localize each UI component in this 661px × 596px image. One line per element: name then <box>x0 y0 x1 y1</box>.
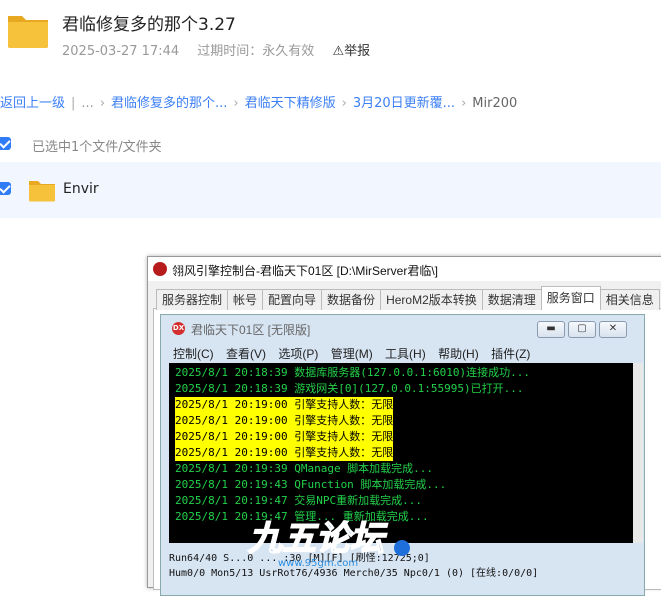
log-line: 2025/8/1 20:19:39 QManage 脚本加载完成... <box>175 462 434 475</box>
svg-text:九五论坛: 九五论坛 <box>247 519 388 559</box>
menu-help[interactable]: 帮助(H) <box>438 347 479 361</box>
log-line: 2025/8/1 20:18:39 数据库服务器(127.0.0.1:6010)… <box>175 366 531 379</box>
log-line: 2025/8/1 20:19:00 引擎支持人数：无限 <box>175 445 394 461</box>
back-link[interactable]: 返回上一级 <box>0 96 65 111</box>
chevron-right-icon: › <box>233 96 239 111</box>
file-checkbox[interactable] <box>0 182 11 195</box>
folder-icon <box>29 181 55 202</box>
log-line: 2025/8/1 20:19:00 引擎支持人数：无限 <box>175 397 394 413</box>
file-name: Envir <box>63 181 99 197</box>
menu-manage[interactable]: 管理(M) <box>331 347 373 361</box>
console-window-titlebar: 翎风引擎控制台-君临天下01区 [D:\MirServer君临\] <box>148 257 661 281</box>
menu-control[interactable]: 控制(C) <box>173 347 214 361</box>
log-line: 2025/8/1 20:19:00 引擎支持人数：无限 <box>175 429 394 445</box>
app-icon <box>153 262 167 276</box>
report-button[interactable]: ⚠举报 <box>332 44 370 59</box>
maximize-button[interactable]: ▢ <box>568 321 596 338</box>
minimize-button[interactable]: ▬ <box>537 321 565 338</box>
tab-account[interactable]: 帐号 <box>227 289 264 310</box>
breadcrumb-item[interactable]: 君临修复多的那个... <box>111 96 227 111</box>
share-expiry: 过期时间：永久有效 <box>197 44 315 59</box>
selection-bar: 已选中1个文件/文件夹 <box>0 128 661 160</box>
tab-related-info[interactable]: 相关信息 <box>599 289 660 310</box>
tab-data-backup[interactable]: 数据备份 <box>321 289 382 310</box>
console-tabs: 服务器控制 帐号 配置向导 数据备份 HeroM2版本转换 数据清理 服务窗口 相关信息 <box>156 286 660 310</box>
breadcrumb-item[interactable]: 3月20日更新覆... <box>353 96 455 111</box>
file-row[interactable]: Envir <box>0 162 661 218</box>
server-menubar: 控制(C) 查看(V) 选项(P) 管理(M) 工具(H) 帮助(H) 插件(Z… <box>173 345 539 362</box>
close-button[interactable]: ✕ <box>599 321 627 338</box>
server-subwindow-titlebar: DX 君临天下01区 [无限版] ▬ ▢ ✕ <box>161 315 644 341</box>
share-meta: 2025-03-27 17:44 过期时间：永久有效 ⚠举报 <box>62 40 384 59</box>
share-header: 君临修复多的那个3.27 2025-03-27 17:44 过期时间：永久有效 … <box>0 0 661 80</box>
breadcrumb-separator: | <box>71 96 76 111</box>
forum-watermark-logo: 九五论坛 www.95gm.com <box>246 518 410 569</box>
menu-view[interactable]: 查看(V) <box>226 347 266 361</box>
tab-data-cleanup[interactable]: 数据清理 <box>481 289 542 310</box>
log-line: 2025/8/1 20:19:43 QFunction 脚本加载完成... <box>175 478 447 491</box>
share-date: 2025-03-27 17:44 <box>62 44 180 59</box>
breadcrumb-ellipsis[interactable]: ... <box>81 96 93 111</box>
console-window-title: 翎风引擎控制台-君临天下01区 [D:\MirServer君临\] <box>172 264 439 278</box>
report-icon: ⚠ <box>332 44 345 59</box>
tab-herom2-convert[interactable]: HeroM2版本转换 <box>380 289 483 310</box>
log-scrollbar[interactable] <box>633 363 643 543</box>
log-line: 2025/8/1 20:19:00 引擎支持人数：无限 <box>175 413 394 429</box>
tab-config-wizard[interactable]: 配置向导 <box>262 289 323 310</box>
breadcrumb-item[interactable]: 君临天下精修版 <box>245 96 336 111</box>
chevron-right-icon: › <box>461 96 467 111</box>
folder-icon <box>8 16 48 48</box>
log-line: 2025/8/1 20:18:39 游戏网关[0](127.0.0.1:5599… <box>175 382 524 395</box>
menu-tools[interactable]: 工具(H) <box>385 347 426 361</box>
chevron-right-icon: › <box>341 96 347 111</box>
svg-text:www.95gm.com: www.95gm.com <box>278 558 358 569</box>
menu-plugins[interactable]: 插件(Z) <box>491 347 530 361</box>
tab-service-window[interactable]: 服务窗口 <box>540 286 601 310</box>
server-subwindow-title: 君临天下01区 [无限版] <box>191 323 311 337</box>
tab-server-control[interactable]: 服务器控制 <box>156 289 229 310</box>
report-label: 举报 <box>344 44 371 59</box>
breadcrumb: 返回上一级 |... › 君临修复多的那个... › 君临天下精修版 › 3月20日更新覆..… <box>0 92 517 111</box>
chevron-right-icon: › <box>99 96 106 111</box>
dx-icon: DX <box>172 322 185 335</box>
log-line: 2025/8/1 20:19:47 交易NPC重新加载完成... <box>175 494 422 507</box>
share-title: 君临修复多的那个3.27 <box>62 15 236 35</box>
select-all-checkbox[interactable] <box>0 137 11 150</box>
selection-count: 已选中1个文件/文件夹 <box>32 140 162 155</box>
breadcrumb-current: Mir200 <box>472 96 518 111</box>
menu-options[interactable]: 选项(P) <box>278 347 318 361</box>
